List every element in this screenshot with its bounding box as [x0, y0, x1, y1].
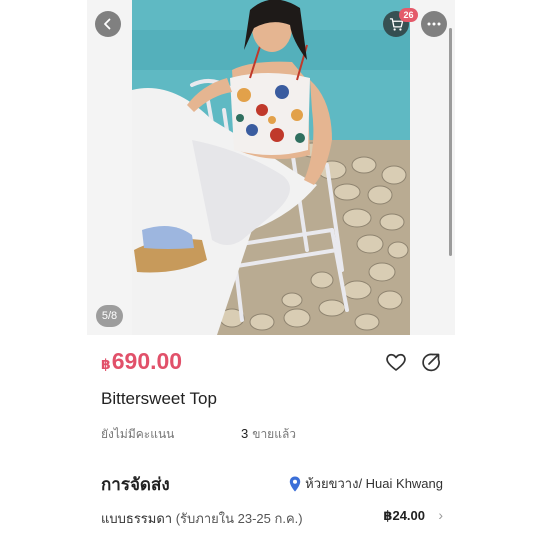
- shipping-fee: ฿24.00: [383, 508, 425, 523]
- product-price: ฿690.00: [101, 348, 182, 375]
- rating-text: ยังไม่มีคะแนน: [101, 427, 175, 441]
- sold-count: 3 ขายแล้ว: [241, 425, 296, 444]
- shipping-option-row[interactable]: แบบธรรมดา (รับภายใน 23-25 ก.ค.) ฿24.00 ›: [101, 507, 443, 529]
- location-label: ห้วยขวาง/ Huai Khwang: [305, 476, 443, 491]
- map-pin-icon: [289, 476, 301, 491]
- price-row: ฿690.00: [101, 346, 443, 378]
- share-icon: [422, 353, 440, 372]
- image-counter: 5/8: [96, 305, 123, 327]
- chevron-right-icon: ›: [438, 507, 443, 523]
- more-horizontal-icon: [427, 22, 441, 26]
- shipping-method-label: แบบธรรมดา: [101, 511, 173, 526]
- sold-number: 3: [241, 426, 249, 441]
- product-image-gallery[interactable]: 26 5/8: [87, 0, 455, 335]
- back-button[interactable]: [95, 11, 121, 37]
- product-title: Bittersweet Top: [101, 389, 217, 408]
- shipping-heading: การจัดส่ง: [101, 475, 170, 494]
- heart-icon: [386, 353, 406, 371]
- shipping-method: แบบธรรมดา (รับภายใน 23-25 ก.ค.): [101, 508, 303, 529]
- currency-symbol: ฿: [101, 356, 111, 372]
- shipping-location[interactable]: ห้วยขวาง/ Huai Khwang: [289, 473, 443, 494]
- more-options-button[interactable]: [421, 11, 447, 37]
- share-button[interactable]: [419, 350, 443, 374]
- scrollbar[interactable]: [449, 28, 452, 256]
- cart-count-badge: 26: [399, 8, 418, 22]
- shipping-header: การจัดส่ง ห้วยขวาง/ Huai Khwang: [101, 471, 443, 494]
- sold-label: ขายแล้ว: [252, 427, 297, 441]
- shipping-estimate: (รับภายใน 23-25 ก.ค.): [175, 511, 303, 526]
- product-stats: ยังไม่มีคะแนน 3 ขายแล้ว: [101, 425, 441, 443]
- product-screen: 26 5/8 ฿690.00 Bittersweet Top ยังไม่มีค…: [87, 0, 455, 543]
- chevron-left-icon: [104, 18, 111, 30]
- like-button[interactable]: [384, 350, 408, 374]
- price-value: 690.00: [111, 348, 183, 374]
- product-photo: [132, 0, 410, 335]
